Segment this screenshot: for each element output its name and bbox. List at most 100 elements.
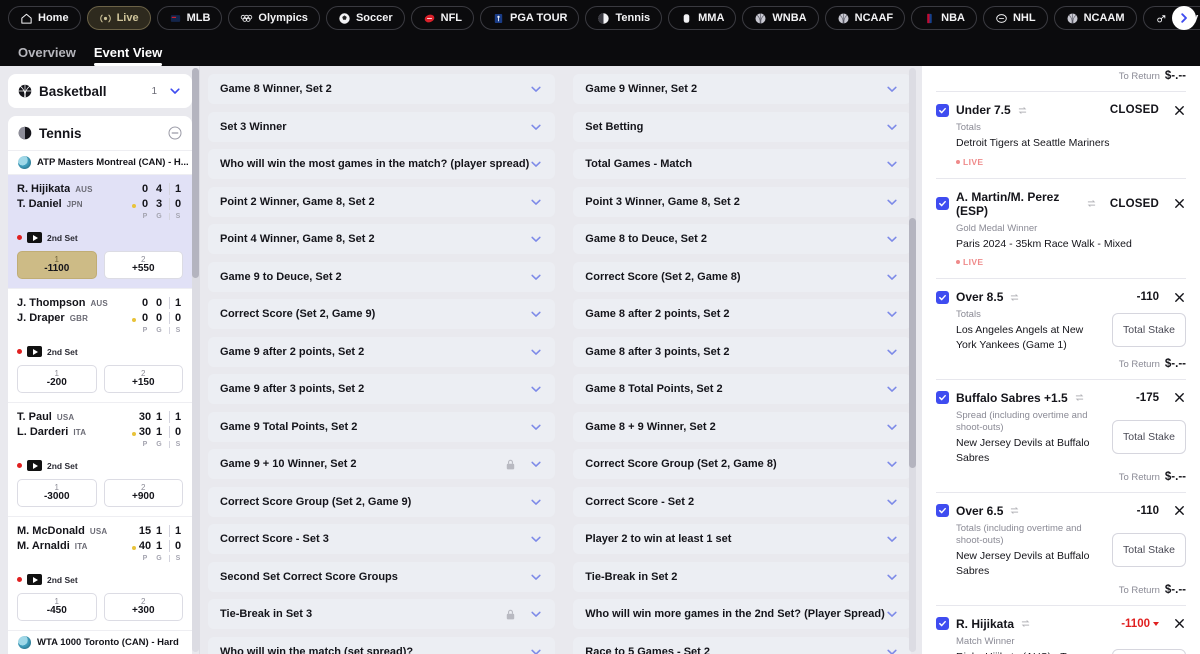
bet-checkbox[interactable]	[936, 197, 949, 210]
bet-checkbox[interactable]	[936, 391, 949, 404]
remove-bet-icon[interactable]	[1173, 197, 1186, 210]
total-stake-input[interactable]: Total Stake	[1112, 313, 1186, 347]
market-row[interactable]: Set Betting	[573, 112, 911, 142]
market-row[interactable]: Who will win the match (set spread)?	[208, 637, 555, 654]
market-row[interactable]: Correct Score (Set 2, Game 9)	[208, 299, 555, 329]
tab-event-view[interactable]: Event View	[94, 45, 162, 66]
odds-button[interactable]: 1-200	[17, 365, 97, 393]
chevron-down-icon[interactable]	[885, 382, 899, 396]
stream-icon[interactable]	[27, 574, 42, 585]
chevron-down-icon[interactable]	[885, 195, 899, 209]
bet-checkbox[interactable]	[936, 104, 949, 117]
market-row[interactable]: Point 4 Winner, Game 8, Set 2	[208, 224, 555, 254]
chevron-down-icon[interactable]	[529, 307, 543, 321]
stream-icon[interactable]	[27, 346, 42, 357]
chevron-down-icon[interactable]	[885, 120, 899, 134]
odds-button[interactable]: 2+150	[104, 365, 184, 393]
market-row[interactable]: Player 2 to win at least 1 set	[573, 524, 911, 554]
chevron-down-icon[interactable]	[168, 84, 182, 98]
markets-scrollbar-thumb[interactable]	[909, 218, 916, 468]
match-row[interactable]: T. PaulUSAL. DarderiITA30113010PGS2nd Se…	[8, 402, 192, 516]
market-row[interactable]: Correct Score (Set 2, Game 8)	[573, 262, 911, 292]
market-row[interactable]: Game 9 + 10 Winner, Set 2	[208, 449, 555, 479]
stream-icon[interactable]	[27, 232, 42, 243]
chevron-down-icon[interactable]	[885, 495, 899, 509]
market-row[interactable]: Game 9 to Deuce, Set 2	[208, 262, 555, 292]
market-row[interactable]: Total Games - Match	[573, 149, 911, 179]
market-row[interactable]: Game 9 Winner, Set 2	[573, 74, 911, 104]
chevron-down-icon[interactable]	[529, 195, 543, 209]
market-row[interactable]: Game 8 Total Points, Set 2	[573, 374, 911, 404]
remove-bet-icon[interactable]	[1173, 617, 1186, 630]
swap-odds-icon[interactable]	[1010, 506, 1019, 515]
nav-chip-tennis[interactable]: Tennis	[585, 6, 662, 30]
chevron-down-icon[interactable]	[885, 570, 899, 584]
market-row[interactable]: Who will win the most games in the match…	[208, 149, 555, 179]
market-row[interactable]: Who will win more games in the 2nd Set? …	[573, 599, 911, 629]
chevron-down-icon[interactable]	[529, 457, 543, 471]
tab-overview[interactable]: Overview	[18, 45, 76, 66]
market-row[interactable]: Game 9 after 3 points, Set 2	[208, 374, 555, 404]
nav-chip-live[interactable]: Live	[87, 6, 151, 30]
swap-odds-icon[interactable]	[1075, 393, 1084, 402]
match-row[interactable]: R. HijikataAUST. DanielJPN041030PGS2nd S…	[8, 174, 192, 288]
market-row[interactable]: Tie-Break in Set 2	[573, 562, 911, 592]
nav-chip-mma[interactable]: MMA	[668, 6, 736, 30]
chevron-down-icon[interactable]	[885, 307, 899, 321]
sport-header-tennis[interactable]: Tennis	[8, 116, 192, 150]
nav-chip-ncaam[interactable]: NCAAM	[1054, 6, 1137, 30]
market-row[interactable]: Point 3 Winner, Game 8, Set 2	[573, 187, 911, 217]
chevron-down-icon[interactable]	[529, 157, 543, 171]
chevron-down-icon[interactable]	[885, 270, 899, 284]
market-row[interactable]: Correct Score - Set 3	[208, 524, 555, 554]
bet-checkbox[interactable]	[936, 617, 949, 630]
market-row[interactable]: Second Set Correct Score Groups	[208, 562, 555, 592]
remove-bet-icon[interactable]	[1173, 291, 1186, 304]
nav-chip-wnba[interactable]: WNBA	[742, 6, 818, 30]
market-row[interactable]: Set 3 Winner	[208, 112, 555, 142]
swap-odds-icon[interactable]	[1010, 293, 1019, 302]
total-stake-input[interactable]: Total Stake	[1112, 649, 1186, 654]
market-row[interactable]: Game 8 to Deuce, Set 2	[573, 224, 911, 254]
chevron-down-icon[interactable]	[885, 345, 899, 359]
chevron-down-icon[interactable]	[529, 607, 543, 621]
market-row[interactable]: Tie-Break in Set 3	[208, 599, 555, 629]
remove-bet-icon[interactable]	[1173, 391, 1186, 404]
chevron-down-icon[interactable]	[885, 532, 899, 546]
league-header[interactable]: ATP Masters Montreal (CAN) - H...	[8, 150, 192, 174]
market-row[interactable]: Game 9 Total Points, Set 2	[208, 412, 555, 442]
chevron-down-icon[interactable]	[529, 420, 543, 434]
nav-chip-nhl[interactable]: NHL	[983, 6, 1048, 30]
bet-checkbox[interactable]	[936, 504, 949, 517]
markets-scrollbar[interactable]	[909, 68, 916, 652]
chevron-down-icon[interactable]	[529, 82, 543, 96]
nav-chip-soccer[interactable]: Soccer	[326, 6, 405, 30]
sport-header-basketball[interactable]: Basketball 1	[8, 74, 192, 108]
nav-chip-pga-tour[interactable]: PGA TOUR	[480, 6, 579, 30]
swap-odds-icon[interactable]	[1021, 619, 1030, 628]
chevron-down-icon[interactable]	[529, 345, 543, 359]
market-row[interactable]: Correct Score Group (Set 2, Game 8)	[573, 449, 911, 479]
nav-scroll-right-button[interactable]	[1172, 6, 1196, 30]
market-row[interactable]: Game 8 + 9 Winner, Set 2	[573, 412, 911, 442]
nav-chip-olympics[interactable]: Olympics	[228, 6, 320, 30]
market-row[interactable]: Correct Score Group (Set 2, Game 9)	[208, 487, 555, 517]
market-row[interactable]: Game 9 after 2 points, Set 2	[208, 337, 555, 367]
chevron-down-icon[interactable]	[529, 382, 543, 396]
league-header[interactable]: WTA 1000 Toronto (CAN) - Hard	[8, 630, 192, 654]
market-row[interactable]: Game 8 after 2 points, Set 2	[573, 299, 911, 329]
match-row[interactable]: J. ThompsonAUSJ. DraperGBR001000PGS2nd S…	[8, 288, 192, 402]
nav-chip-nba[interactable]: NBA	[911, 6, 977, 30]
market-row[interactable]: Race to 5 Games - Set 2	[573, 637, 911, 654]
chevron-down-icon[interactable]	[529, 270, 543, 284]
market-row[interactable]: Game 8 Winner, Set 2	[208, 74, 555, 104]
odds-button[interactable]: 2+900	[104, 479, 184, 507]
odds-button[interactable]: 1-3000	[17, 479, 97, 507]
swap-odds-icon[interactable]	[1087, 199, 1096, 208]
swap-odds-icon[interactable]	[1018, 106, 1027, 115]
market-row[interactable]: Game 8 after 3 points, Set 2	[573, 337, 911, 367]
chevron-down-icon[interactable]	[529, 495, 543, 509]
market-row[interactable]: Point 2 Winner, Game 8, Set 2	[208, 187, 555, 217]
chevron-down-icon[interactable]	[529, 532, 543, 546]
odds-button[interactable]: 2+550	[104, 251, 184, 279]
